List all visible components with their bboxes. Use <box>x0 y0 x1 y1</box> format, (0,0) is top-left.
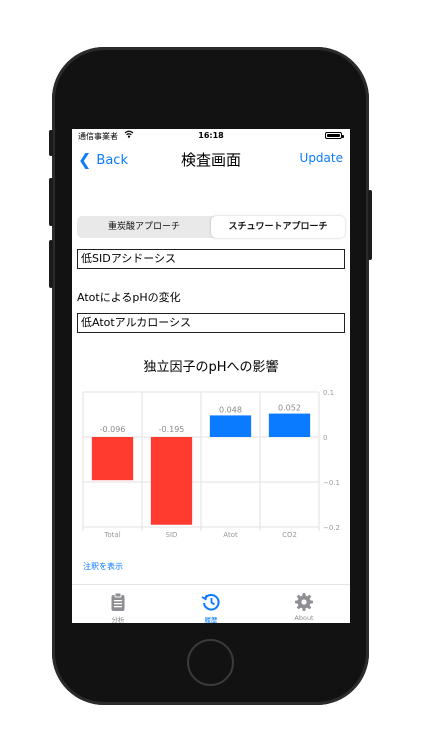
tab-analysis[interactable]: 分析 <box>72 585 164 623</box>
bar <box>150 437 193 525</box>
update-button[interactable]: Update <box>300 151 343 165</box>
tab-about-label: About <box>294 614 314 622</box>
tab-bar: 分析 履歴 About <box>72 584 350 623</box>
app-screen: 通信事業者 16:18 ❮ Back 検査画面 Update 重炭酸アプローチ ス… <box>72 129 350 623</box>
battery-icon <box>325 132 344 139</box>
bar <box>209 415 252 437</box>
status-bar: 通信事業者 16:18 <box>72 129 350 143</box>
show-notes-link[interactable]: 注釈を表示 <box>83 561 123 572</box>
sid-result-field: 低SIDアシドーシス <box>77 249 345 269</box>
gear-icon <box>295 593 313 611</box>
x-tick-label: SID <box>166 531 178 539</box>
atot-result-field: 低Atotアルカローシス <box>77 313 345 333</box>
home-button[interactable] <box>187 639 234 686</box>
y-tick-label: −0.2 <box>323 524 340 532</box>
status-time: 16:18 <box>198 131 224 140</box>
ph-effect-bar-chart: 0.1 0 −0.1 −0.2 -0.096 Total -0.195 SID 0.048 Ato… <box>82 389 340 539</box>
x-tick-label: Atot <box>223 531 238 539</box>
bar <box>91 437 134 481</box>
bar-value-label: 0.048 <box>219 405 242 414</box>
mute-switch <box>49 130 53 156</box>
chart-title: 独立因子のpHへの影響 <box>143 360 279 375</box>
approach-segmented-control: 重炭酸アプローチ スチュワートアプローチ <box>77 216 345 238</box>
bar-value-label: -0.195 <box>159 425 185 434</box>
tab-history-label: 履歴 <box>204 616 218 623</box>
x-tick-label: Total <box>103 531 120 539</box>
tab-history[interactable]: 履歴 <box>165 585 257 623</box>
volume-up-button <box>49 178 53 226</box>
atot-section-label: AtotによるpHの変化 <box>77 291 181 304</box>
y-tick-label: 0 <box>323 434 327 442</box>
segment-stewart[interactable]: スチュワートアプローチ <box>211 216 345 238</box>
power-button <box>368 190 372 260</box>
navigation-bar: ❮ Back 検査画面 Update <box>72 143 350 177</box>
y-tick-label: −0.1 <box>323 479 340 487</box>
segment-bicarbonate[interactable]: 重炭酸アプローチ <box>77 216 211 238</box>
history-icon <box>201 594 220 611</box>
x-tick-label: CO2 <box>282 531 297 539</box>
y-tick-label: 0.1 <box>323 389 334 397</box>
tab-about[interactable]: About <box>258 585 350 623</box>
tab-analysis-label: 分析 <box>111 616 125 623</box>
bar-value-label: -0.096 <box>100 425 126 434</box>
volume-down-button <box>49 240 53 288</box>
bar-value-label: 0.052 <box>278 404 301 413</box>
bar <box>268 413 311 437</box>
clipboard-icon <box>111 592 125 611</box>
